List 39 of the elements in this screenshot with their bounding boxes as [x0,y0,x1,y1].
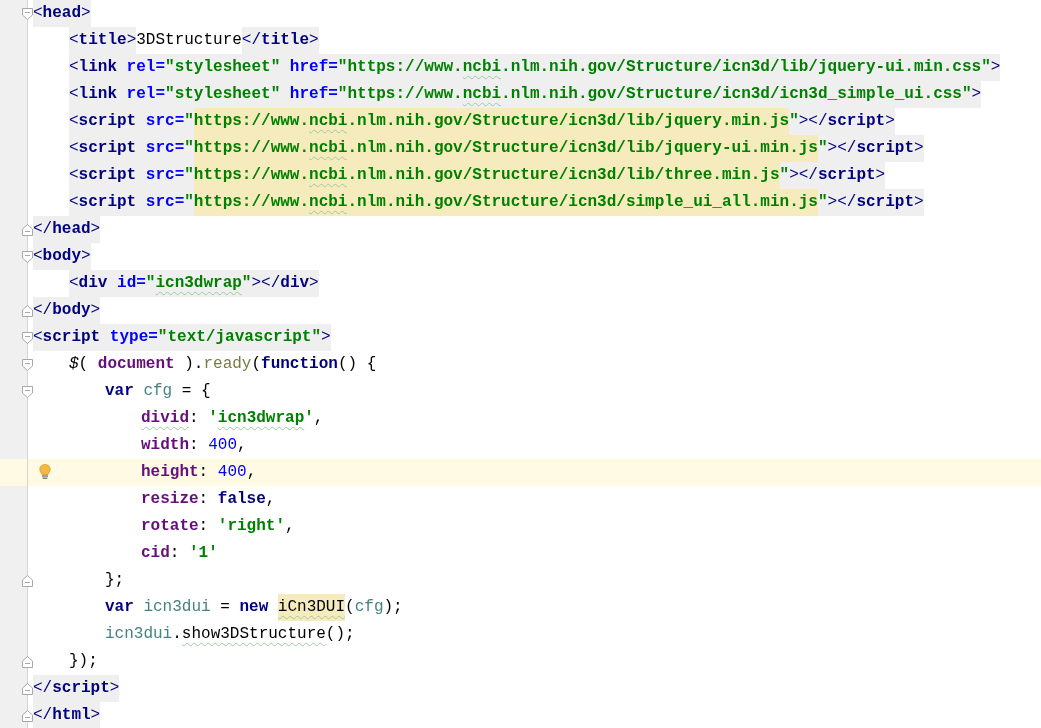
code-line: var cfg = { [105,381,211,402]
fold-marker-icon[interactable] [22,682,33,695]
code-line: </body> [33,297,101,324]
code-line: }; [105,570,125,591]
code-line: }); [69,651,98,672]
code-line: height: 400, [141,462,257,483]
code-line: var icn3dui = new iCn3DUI(cfg); [105,594,403,621]
code-line: rotate: 'right', [141,516,295,537]
fold-marker-icon[interactable] [22,7,33,20]
code-line: <head> [33,0,91,27]
code-line: divid: 'icn3dwrap', [141,408,324,429]
code-line: </script> [33,675,120,702]
fold-marker-icon[interactable] [22,250,33,263]
code-line: icn3dui.show3DStructure(); [105,624,355,645]
code-line: <link rel="stylesheet" href="https://www.ncbi.nlm.nih.gov/Structure/icn3d/icn3d_simple_ui.css"> [69,81,982,108]
fold-marker-icon[interactable] [22,358,33,371]
code-line: $( document ).ready(function() { [69,354,377,375]
code-line: </head> [33,216,101,243]
fold-marker-icon[interactable] [22,655,33,668]
code-line: <title>3DStructure</title> [69,27,319,54]
code-line: cid: '1' [141,543,218,564]
code-line: </html> [33,702,101,728]
code-line: width: 400, [141,435,247,456]
fold-marker-icon[interactable] [22,223,33,236]
code-line: <script src="https://www.ncbi.nlm.nih.gov/Structure/icn3d/simple_ui_all.min.js"></script> [69,189,924,216]
code-line: <body> [33,243,91,270]
code-line: <div id="icn3dwrap"></div> [69,270,319,297]
code-line: resize: false, [141,489,276,510]
fold-marker-icon[interactable] [22,304,33,317]
fold-marker-icon[interactable] [22,574,33,587]
code-line: <script src="https://www.ncbi.nlm.nih.gov/Structure/icn3d/lib/three.min.js"></script> [69,162,886,189]
fold-marker-icon[interactable] [22,385,33,398]
lightbulb-icon[interactable] [39,464,51,480]
fold-marker-icon[interactable] [22,709,33,722]
code-line: <link rel="stylesheet" href="https://www.ncbi.nlm.nih.gov/Structure/icn3d/lib/jquery-ui.min.css"> [69,54,1001,81]
fold-marker-icon[interactable] [22,331,33,344]
code-line: <script type="text/javascript"> [33,324,331,351]
code-line: <script src="https://www.ncbi.nlm.nih.gov/Structure/icn3d/lib/jquery.min.js"></script> [69,108,895,135]
code-line: <script src="https://www.ncbi.nlm.nih.gov/Structure/icn3d/lib/jquery-ui.min.js"></script> [69,135,924,162]
